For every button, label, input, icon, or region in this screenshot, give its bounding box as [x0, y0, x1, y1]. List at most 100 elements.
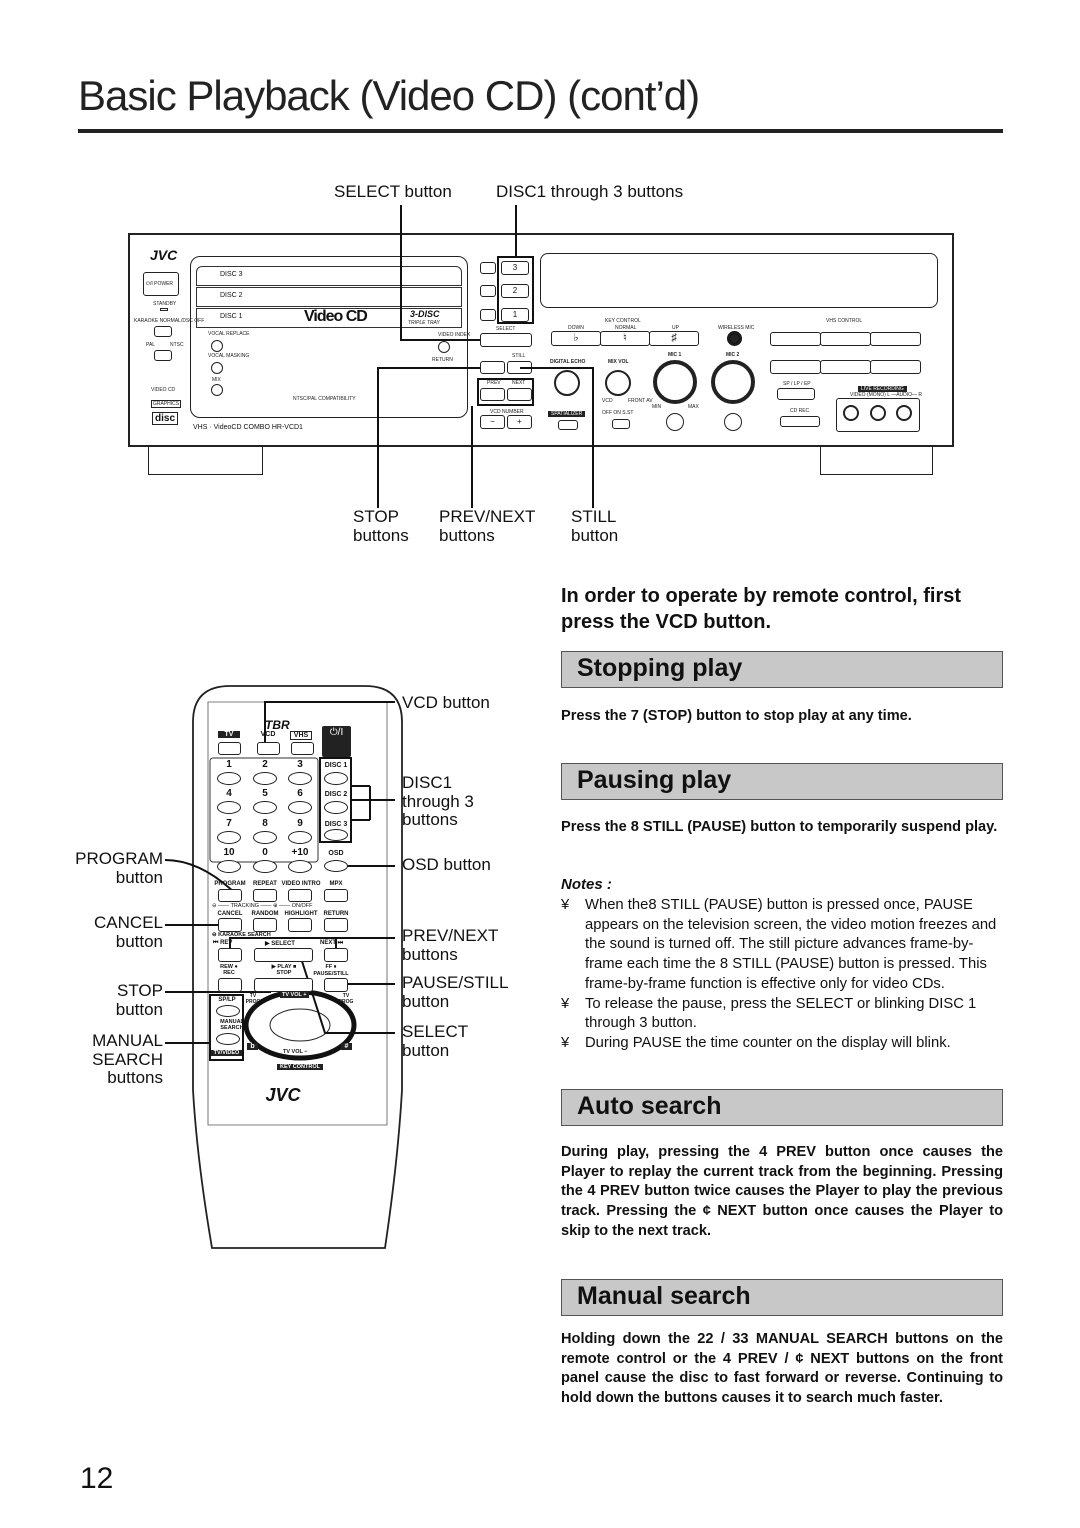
heading-manual-search: Manual search — [561, 1279, 1003, 1316]
key-control-label: KEY CONTROL — [277, 1064, 323, 1070]
manual-search-text: Holding down the 22 / 33 MANUAL SEARCH b… — [561, 1331, 1003, 1407]
callout-text: buttons — [107, 1068, 163, 1087]
manual-search-label: MANUAL SEARCH — [220, 1019, 244, 1031]
callout-prevnext-remote: PREV/NEXT buttons — [402, 926, 498, 964]
auto-search-text: During play, pressing the 4 PREV button … — [561, 1144, 1003, 1239]
power-button[interactable]: ⏻/I — [322, 726, 351, 757]
next-button[interactable] — [324, 948, 348, 962]
notes-label: Notes : — [561, 876, 612, 893]
mpx-button[interactable] — [324, 889, 348, 902]
number-button[interactable] — [217, 860, 241, 873]
program-label: PROGRAM — [214, 881, 246, 887]
number-label: 5 — [262, 788, 268, 799]
number-button[interactable] — [253, 860, 277, 873]
number-button[interactable] — [217, 801, 241, 814]
tv-prog-minus-label: TV PROG — [245, 993, 261, 1005]
number-label: 1 — [226, 759, 232, 770]
manual-search-ff-button[interactable] — [216, 1033, 240, 1045]
play-stop-button[interactable] — [254, 978, 313, 992]
callout-text: PROGRAM — [75, 849, 163, 868]
number-button[interactable] — [288, 860, 312, 873]
disc1-label: DISC 1 — [324, 762, 348, 769]
number-button[interactable] — [217, 772, 241, 785]
karaoke-search-label: ⊖ KARAOKE SEARCH — [212, 932, 271, 938]
callout-disc-remote: DISC1 through 3 buttons — [402, 773, 474, 830]
joystick-control[interactable] — [270, 1010, 330, 1040]
callout-text: SEARCH — [92, 1049, 163, 1069]
disc3-label: DISC 3 — [324, 821, 348, 828]
number-label: +10 — [291, 847, 309, 858]
manual-search-rev-button[interactable] — [216, 1005, 240, 1017]
callout-text: CANCEL — [94, 913, 163, 932]
vcd-button[interactable] — [257, 742, 280, 755]
bullet: ¥ — [561, 995, 570, 1012]
callout-text: through 3 — [402, 791, 474, 811]
next-label: NEXT ⏭ — [320, 940, 344, 946]
key-sharp-button[interactable]: # — [341, 1043, 352, 1050]
callout-select-remote: SELECT button — [402, 1022, 469, 1060]
number-label: 2 — [262, 759, 268, 770]
random-label: RANDOM — [251, 911, 279, 917]
return-button[interactable] — [324, 918, 348, 932]
notes-list: ¥ When the8 STILL (PAUSE) button is press… — [561, 896, 1003, 1054]
vcd-label: VCD — [260, 731, 276, 738]
vhs-button[interactable] — [291, 742, 314, 755]
random-button[interactable] — [253, 918, 277, 932]
callout-text: SELECT — [402, 1022, 469, 1041]
remote-intro: In order to operate by remote control, f… — [561, 585, 962, 633]
key-flat-button[interactable]: b — [247, 1043, 258, 1050]
cancel-button[interactable] — [218, 918, 242, 932]
callout-text: buttons — [402, 944, 458, 964]
note-text: To release the pause, press the SELECT o… — [585, 995, 977, 1032]
video-intro-button[interactable] — [288, 889, 312, 902]
program-button[interactable] — [218, 889, 242, 902]
note-text: When the8 STILL (PAUSE) button is presse… — [585, 897, 997, 992]
number-button[interactable] — [288, 801, 312, 814]
disc3-button[interactable] — [324, 829, 348, 841]
callout-text: button — [402, 991, 450, 1011]
callout-pause-still: PAUSE/STILL button — [402, 973, 508, 1011]
highlight-button[interactable] — [288, 918, 312, 932]
disc1-button[interactable] — [324, 772, 348, 785]
tv-vol-plus-label: TV VOL + — [280, 992, 309, 998]
heading-stopping: Stopping play — [561, 651, 1003, 688]
rev-button[interactable] — [218, 948, 242, 962]
repeat-label: REPEAT — [253, 881, 277, 887]
number-button[interactable] — [288, 831, 312, 844]
remote-jvc-logo: JVC — [265, 1085, 301, 1105]
page-number: 12 — [80, 1462, 114, 1495]
pause-still-button[interactable] — [324, 978, 348, 992]
number-label: 9 — [297, 818, 303, 829]
number-button[interactable] — [253, 772, 277, 785]
rew-rec-label: REW ● REC — [220, 964, 238, 976]
number-label: 0 — [262, 847, 268, 858]
number-button[interactable] — [253, 801, 277, 814]
play-stop-label: ▶ PLAY ■ STOP — [271, 964, 297, 976]
number-label: 4 — [226, 788, 232, 799]
callout-text: STOP — [117, 981, 163, 1000]
tv-prog-plus-label: TV PROG — [338, 993, 354, 1005]
number-button[interactable] — [253, 831, 277, 844]
disc2-label: DISC 2 — [324, 791, 348, 798]
callout-text: MANUAL — [92, 1031, 163, 1050]
note-text: During PAUSE the time counter on the dis… — [585, 1034, 951, 1051]
select-button[interactable] — [254, 948, 313, 962]
osd-label: OSD — [328, 850, 344, 857]
callout-program: PROGRAM button — [40, 849, 163, 887]
heading-auto-search: Auto search — [561, 1089, 1003, 1126]
number-button[interactable] — [288, 772, 312, 785]
video-intro-label: VIDEO INTRO — [281, 881, 321, 887]
repeat-button[interactable] — [253, 889, 277, 902]
select-label: ▶ SELECT — [265, 941, 295, 947]
disc2-button[interactable] — [324, 801, 348, 814]
highlight-label: HIGHLIGHT — [284, 911, 318, 917]
number-button[interactable] — [217, 831, 241, 844]
bullet: ¥ — [561, 1034, 570, 1051]
osd-button[interactable] — [324, 860, 348, 872]
note-item: ¥ During PAUSE the time counter on the di… — [561, 1034, 1003, 1054]
number-label: 10 — [223, 847, 235, 858]
tv-button[interactable] — [218, 742, 241, 755]
rew-rec-button[interactable] — [218, 978, 242, 992]
pausing-text: Press the 8 STILL (PAUSE) button to temp… — [561, 819, 998, 835]
callout-text: DISC1 — [402, 773, 453, 792]
